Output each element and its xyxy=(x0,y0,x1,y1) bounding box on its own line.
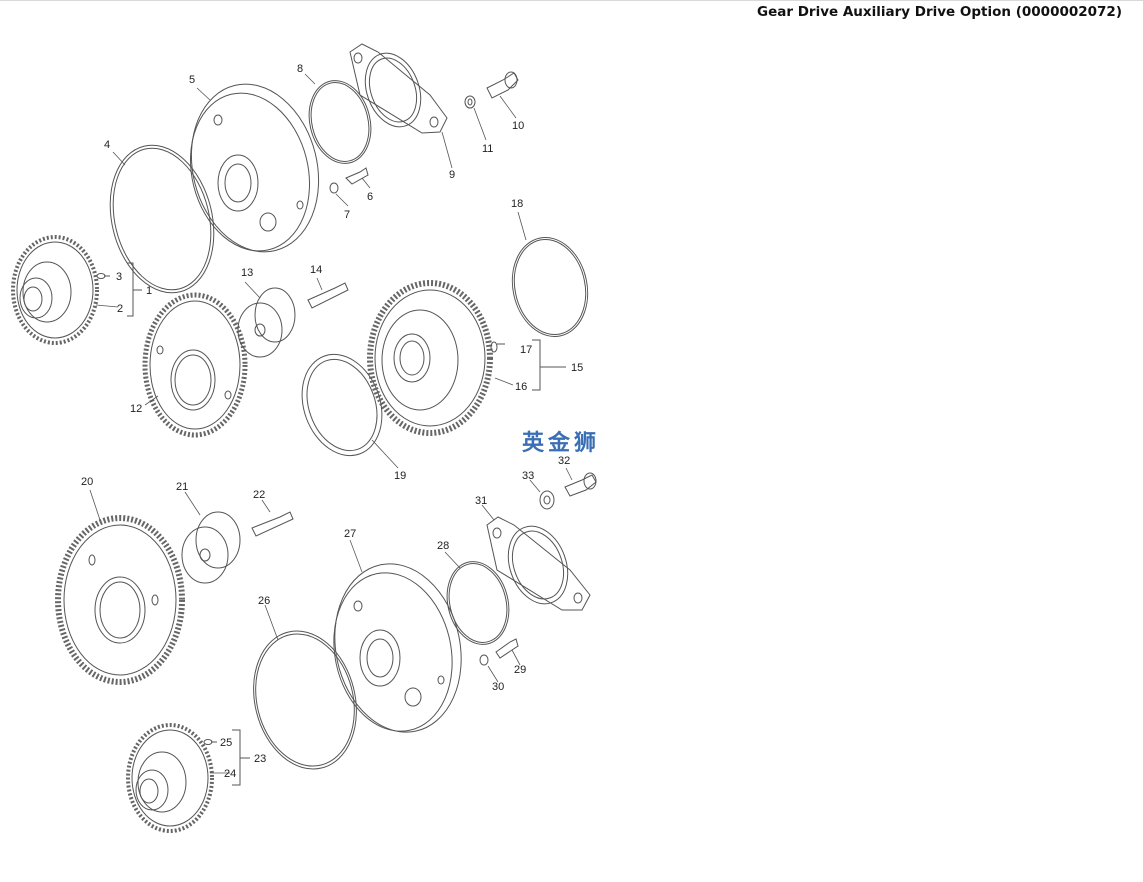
callout-18: 18 xyxy=(511,198,523,210)
housing-lower xyxy=(333,563,462,733)
callout-2: 2 xyxy=(117,303,123,315)
small-gear-lower xyxy=(126,723,214,833)
flange-lower xyxy=(486,516,591,611)
callout-7: 7 xyxy=(344,209,350,221)
callout-25: 25 xyxy=(220,737,232,749)
callout-20: 20 xyxy=(81,476,93,488)
callout-6: 6 xyxy=(367,191,373,203)
callout-1: 1 xyxy=(146,285,152,297)
callout-12: 12 xyxy=(130,403,142,415)
callout-31: 31 xyxy=(475,495,487,507)
callout-29: 29 xyxy=(514,664,526,676)
callout-30: 30 xyxy=(492,681,504,693)
hub-13 xyxy=(237,287,296,358)
bolt-10 xyxy=(486,71,519,99)
callout-3: 3 xyxy=(116,271,122,283)
gear-12 xyxy=(142,292,248,438)
callout-19: 19 xyxy=(394,470,406,482)
gear-16 xyxy=(367,280,493,436)
callout-24: 24 xyxy=(224,768,236,780)
callout-21: 21 xyxy=(176,481,188,493)
callout-8: 8 xyxy=(297,63,303,75)
flange-upper xyxy=(349,43,448,134)
callout-10: 10 xyxy=(512,120,524,132)
watermark: 英金狮 xyxy=(522,431,601,456)
callout-28: 28 xyxy=(437,540,449,552)
callout-5: 5 xyxy=(189,74,195,86)
callout-23: 23 xyxy=(254,753,266,765)
pin-3 xyxy=(96,273,110,279)
callout-11: 11 xyxy=(482,143,493,155)
callout-22: 22 xyxy=(253,489,265,501)
callout-17: 17 xyxy=(520,344,532,356)
callout-16: 16 xyxy=(515,381,527,393)
callout-27: 27 xyxy=(344,528,356,540)
callout-33: 33 xyxy=(522,470,534,482)
callout-13: 13 xyxy=(241,267,253,279)
callout-9: 9 xyxy=(449,169,455,181)
callout-14: 14 xyxy=(310,264,322,276)
callout-26: 26 xyxy=(258,595,270,607)
small-gear-upper xyxy=(11,235,99,345)
callout-15: 15 xyxy=(571,362,583,374)
gear-20 xyxy=(55,515,185,685)
callout-4: 4 xyxy=(104,139,110,151)
hub-21 xyxy=(181,511,241,584)
